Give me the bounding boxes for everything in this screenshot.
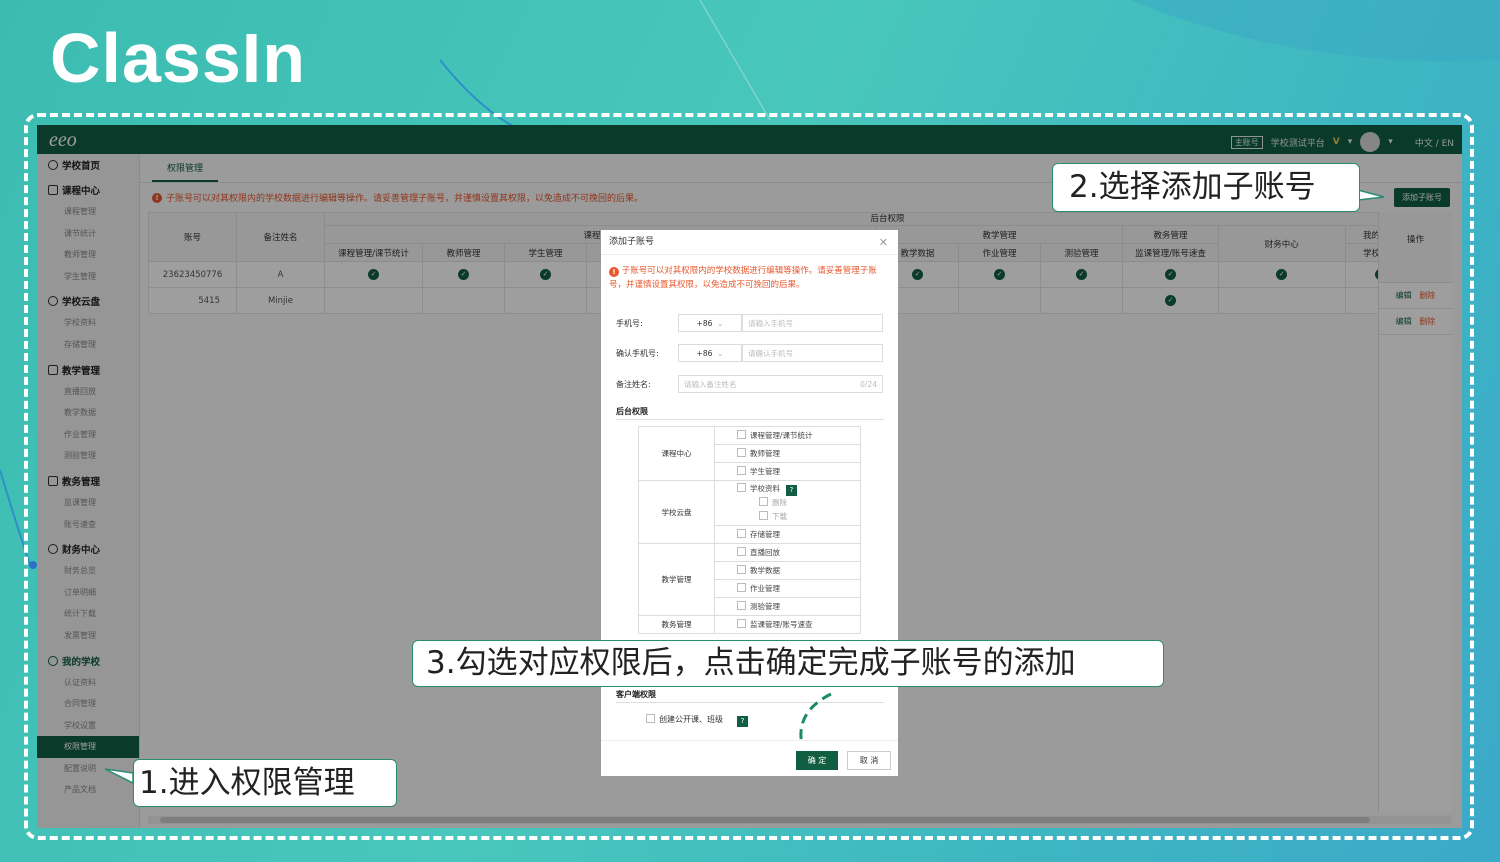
callout-step2: 2.选择添加子账号 [1052, 163, 1360, 212]
callout-step3: 3.勾选对应权限后，点击确定完成子账号的添加 [412, 640, 1164, 687]
callout-step1: 1.进入权限管理 [133, 759, 397, 807]
annotation-arrow [104, 189, 1385, 785]
